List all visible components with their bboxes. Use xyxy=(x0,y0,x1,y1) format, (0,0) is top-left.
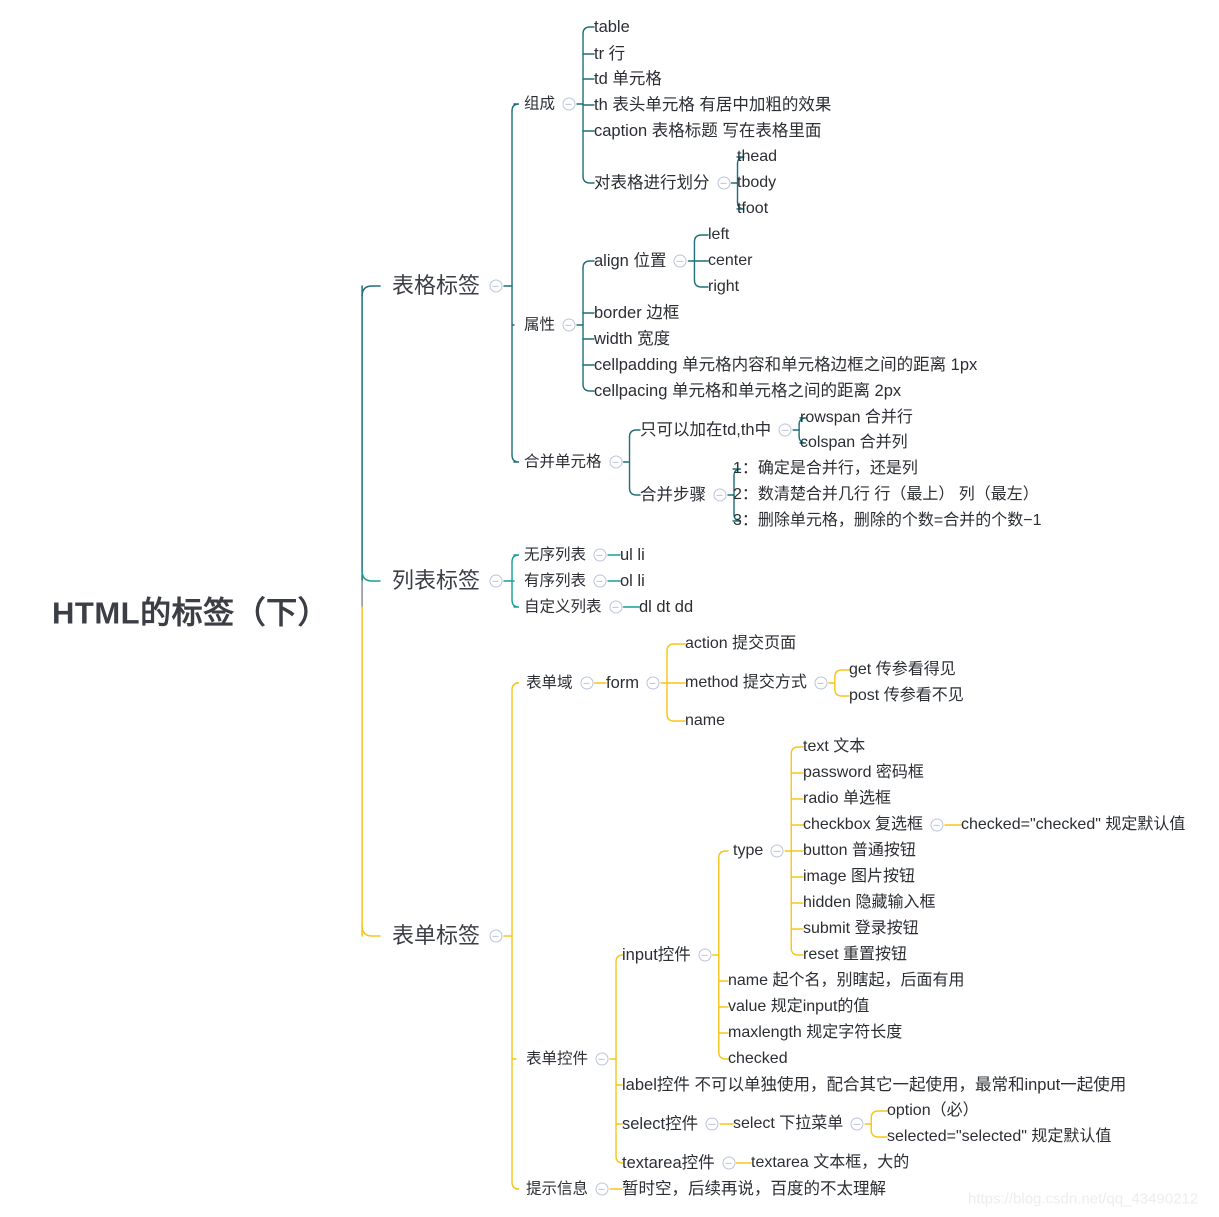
collapse-toggle-icon[interactable] xyxy=(489,929,503,943)
mindmap-node-node-58[interactable]: label控件 不可以单独使用，配合其它一起使用，最常和input一起使用 xyxy=(622,1077,1126,1094)
mindmap-node-node-54[interactable]: name 起个名，别瞎起，后面有用 xyxy=(728,973,964,989)
mindmap-node-node-19[interactable]: cellpacing 单元格和单元格之间的距离 2px xyxy=(594,383,901,400)
collapse-toggle-icon[interactable] xyxy=(593,548,607,562)
mindmap-node-node-4[interactable]: td 单元格 xyxy=(594,71,662,88)
collapse-toggle-icon[interactable] xyxy=(722,1156,736,1170)
mindmap-node-node-26[interactable]: 2：数清楚合并几行 行（最上） 列（最左） xyxy=(733,487,1039,503)
mindmap-root-node[interactable]: HTML的标签（下） xyxy=(52,598,329,629)
mindmap-node-node-45[interactable]: password 密码框 xyxy=(803,765,924,781)
mindmap-node-node-57[interactable]: checked xyxy=(728,1051,788,1067)
mindmap-node-node-48[interactable]: checked="checked" 规定默认值 xyxy=(961,817,1185,833)
collapse-toggle-icon[interactable] xyxy=(646,676,660,690)
mindmap-node-node-33[interactable]: dl dt dd xyxy=(639,599,693,616)
mindmap-node-node-42[interactable]: input控件 xyxy=(622,947,691,964)
collapse-toggle-icon[interactable] xyxy=(595,1182,609,1196)
mindmap-branch-2[interactable]: 列表标签 xyxy=(392,570,480,592)
mindmap-node-node-53[interactable]: reset 重置按钮 xyxy=(803,947,907,963)
mindmap-node-node-41[interactable]: 表单控件 xyxy=(526,1051,588,1067)
mindmap-node-node-2[interactable]: table xyxy=(594,19,630,36)
mindmap-node-node-15[interactable]: right xyxy=(708,279,739,295)
collapse-toggle-icon[interactable] xyxy=(698,948,712,962)
collapse-toggle-icon[interactable] xyxy=(673,254,687,268)
mindmap-node-node-66[interactable]: 暂时空，后续再说，百度的不太理解 xyxy=(622,1181,886,1198)
mindmap-node-node-63[interactable]: textarea控件 xyxy=(622,1155,715,1172)
collapse-toggle-icon[interactable] xyxy=(778,423,792,437)
mindmap-node-node-20[interactable]: 合并单元格 xyxy=(524,454,602,470)
mindmap-node-node-27[interactable]: 3：删除单元格，删除的个数=合并的个数−1 xyxy=(733,513,1042,529)
mindmap-node-node-3[interactable]: tr 行 xyxy=(594,46,625,63)
mindmap-node-node-52[interactable]: submit 登录按钮 xyxy=(803,921,919,937)
mindmap-node-node-46[interactable]: radio 单选框 xyxy=(803,791,891,807)
mindmap-branch-1[interactable]: 表格标签 xyxy=(392,275,480,297)
mindmap-node-node-56[interactable]: maxlength 规定字符长度 xyxy=(728,1025,902,1041)
mindmap-node-node-1[interactable]: 组成 xyxy=(524,96,555,112)
collapse-toggle-icon[interactable] xyxy=(609,455,623,469)
mindmap-node-node-8[interactable]: thead xyxy=(737,149,777,165)
mindmap-node-node-51[interactable]: hidden 隐藏输入框 xyxy=(803,895,936,911)
mindmap-node-node-30[interactable]: 有序列表 xyxy=(524,573,586,589)
mindmap-node-node-10[interactable]: tfoot xyxy=(737,201,768,217)
mindmap-node-node-47[interactable]: checkbox 复选框 xyxy=(803,817,923,833)
collapse-toggle-icon[interactable] xyxy=(713,488,727,502)
mindmap-node-node-17[interactable]: width 宽度 xyxy=(594,331,670,348)
mindmap-node-node-37[interactable]: method 提交方式 xyxy=(685,675,807,691)
collapse-toggle-icon[interactable] xyxy=(850,1117,864,1131)
watermark: https://blog.csdn.net/qq_43490212 xyxy=(968,1190,1199,1208)
mindmap-node-node-60[interactable]: select 下拉菜单 xyxy=(733,1116,843,1132)
mindmap-node-node-25[interactable]: 1：确定是合并行，还是列 xyxy=(733,461,918,477)
mindmap-node-node-44[interactable]: text 文本 xyxy=(803,739,865,755)
mindmap-node-node-24[interactable]: 合并步骤 xyxy=(640,487,706,504)
collapse-toggle-icon[interactable] xyxy=(595,1052,609,1066)
mindmap-node-node-36[interactable]: action 提交页面 xyxy=(685,636,796,652)
mindmap-node-node-61[interactable]: option（必） xyxy=(887,1103,979,1119)
collapse-toggle-icon[interactable] xyxy=(580,676,594,690)
mindmap-node-node-13[interactable]: left xyxy=(708,227,729,243)
collapse-toggle-icon[interactable] xyxy=(705,1117,719,1131)
collapse-toggle-icon[interactable] xyxy=(562,318,576,332)
mindmap-node-node-62[interactable]: selected="selected" 规定默认值 xyxy=(887,1129,1111,1145)
mindmap-node-node-23[interactable]: colspan 合并列 xyxy=(800,435,908,451)
mindmap-node-node-31[interactable]: ol li xyxy=(620,573,645,590)
mindmap-node-node-12[interactable]: align 位置 xyxy=(594,253,666,270)
collapse-toggle-icon[interactable] xyxy=(593,574,607,588)
mindmap-node-node-28[interactable]: 无序列表 xyxy=(524,547,586,563)
mindmap-node-node-5[interactable]: th 表头单元格 有居中加粗的效果 xyxy=(594,97,831,114)
mindmap-node-node-65[interactable]: 提示信息 xyxy=(526,1181,588,1197)
mindmap-node-node-39[interactable]: post 传参看不见 xyxy=(849,688,964,704)
mindmap-node-node-38[interactable]: get 传参看得见 xyxy=(849,662,956,678)
mindmap-branch-3[interactable]: 表单标签 xyxy=(392,925,480,947)
mindmap-node-node-59[interactable]: select控件 xyxy=(622,1116,698,1133)
mindmap-node-node-29[interactable]: ul li xyxy=(620,547,645,564)
collapse-toggle-icon[interactable] xyxy=(609,600,623,614)
mindmap-canvas: HTML的标签（下） 表格标签 组成 table tr 行 td 单元格 th 表头单元格 … xyxy=(0,0,1219,1217)
mindmap-node-node-55[interactable]: value 规定input的值 xyxy=(728,999,869,1015)
mindmap-node-node-40[interactable]: name xyxy=(685,713,725,729)
collapse-toggle-icon[interactable] xyxy=(489,279,503,293)
collapse-toggle-icon[interactable] xyxy=(814,676,828,690)
mindmap-node-node-18[interactable]: cellpadding 单元格内容和单元格边框之间的距离 1px xyxy=(594,357,977,374)
collapse-toggle-icon[interactable] xyxy=(770,844,784,858)
mindmap-node-node-64[interactable]: textarea 文本框，大的 xyxy=(751,1155,909,1171)
mindmap-node-node-6[interactable]: caption 表格标题 写在表格里面 xyxy=(594,123,821,140)
collapse-toggle-icon[interactable] xyxy=(930,818,944,832)
mindmap-node-node-9[interactable]: tbody xyxy=(737,175,776,191)
mindmap-node-node-50[interactable]: image 图片按钮 xyxy=(803,869,915,885)
mindmap-node-node-7[interactable]: 对表格进行划分 xyxy=(594,175,710,192)
mindmap-node-node-35[interactable]: form xyxy=(606,675,639,692)
mindmap-node-node-49[interactable]: button 普通按钮 xyxy=(803,843,916,859)
collapse-toggle-icon[interactable] xyxy=(717,176,730,190)
collapse-toggle-icon[interactable] xyxy=(562,97,576,111)
mindmap-node-node-16[interactable]: border 边框 xyxy=(594,305,679,322)
mindmap-node-node-11[interactable]: 属性 xyxy=(524,317,555,333)
mindmap-node-node-34[interactable]: 表单域 xyxy=(526,675,573,691)
collapse-toggle-icon[interactable] xyxy=(489,574,503,588)
mindmap-node-node-43[interactable]: type xyxy=(733,843,763,859)
mindmap-node-node-21[interactable]: 只可以加在td,th中 xyxy=(640,422,771,439)
mindmap-node-node-22[interactable]: rowspan 合并行 xyxy=(800,410,913,426)
mindmap-node-node-14[interactable]: center xyxy=(708,253,752,269)
mindmap-node-node-32[interactable]: 自定义列表 xyxy=(524,599,602,615)
